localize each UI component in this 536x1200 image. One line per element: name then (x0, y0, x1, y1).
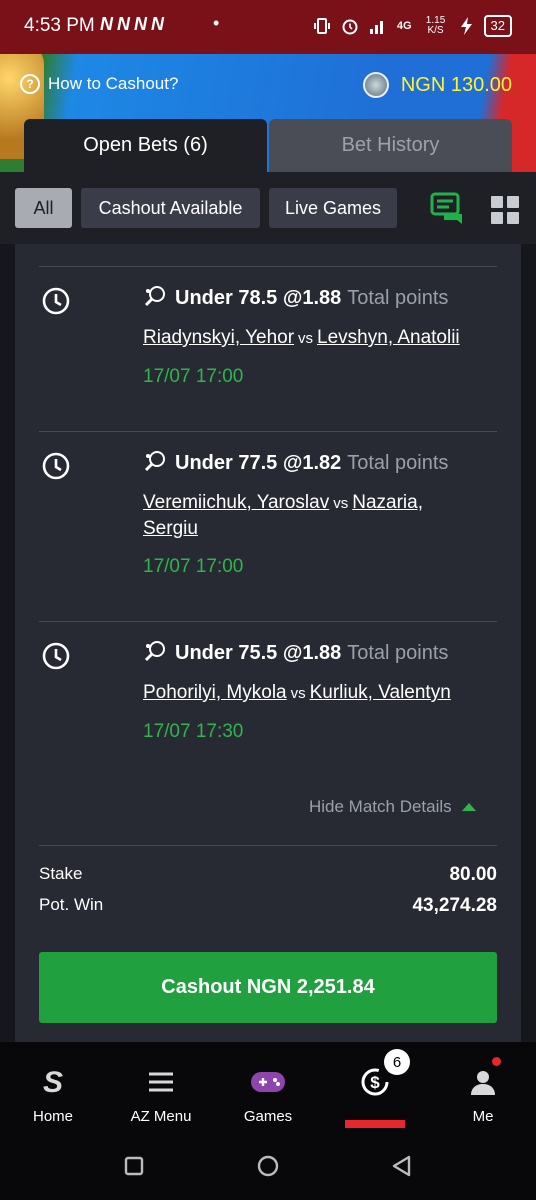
vs-label: vs (290, 685, 306, 702)
table-tennis-icon (144, 286, 165, 307)
filter-live-games[interactable]: Live Games (269, 188, 397, 228)
signal-icon (369, 21, 383, 34)
bet-tabs: Open Bets (6) Bet History (24, 119, 512, 172)
user-icon (471, 1071, 495, 1095)
bet-selection: Under 75.5 @1.88 Total points (175, 642, 448, 665)
nav-az-menu-label: AZ Menu (130, 1108, 192, 1125)
selection-text: Under 77.5 @1.82 (175, 452, 342, 474)
stake-label: Stake (39, 864, 83, 883)
bottom-nav: S Home AZ Menu Games $ 6 Me (0, 1042, 536, 1134)
divider (39, 845, 497, 846)
grid-view-icon[interactable] (491, 196, 519, 224)
active-tab-indicator (345, 1120, 405, 1128)
hide-match-details-toggle[interactable]: Hide Match Details (309, 797, 476, 817)
stake-value: 80.00 (449, 864, 497, 885)
selection-text: Under 75.5 @1.88 (175, 642, 342, 664)
how-to-cashout-link[interactable]: ? How to Cashout? (20, 74, 178, 94)
filter-bar: All Cashout Available Live Games (0, 172, 536, 244)
home-team: Veremiichuk, Yaroslav (143, 492, 330, 513)
divider (39, 621, 497, 622)
notification-dot (492, 1057, 501, 1066)
clock-icon (42, 452, 70, 480)
vs-label: vs (298, 330, 314, 347)
how-to-cashout-label: How to Cashout? (48, 74, 179, 93)
pot-win-label: Pot. Win (39, 895, 104, 914)
match-date: 17/07 17:00 (143, 556, 244, 577)
sportybet-logo-icon: S (43, 1066, 63, 1098)
market-name: Total points (347, 452, 449, 474)
battery-level: 32 (483, 15, 512, 37)
notification-app-icons: NNNN (100, 14, 168, 34)
match-teams-link[interactable]: Pohorilyi, Mykola vs Kurliuk, Valentyn (143, 680, 493, 706)
bet-selection: Under 78.5 @1.88 Total points (175, 287, 448, 310)
nav-games-label: Games (243, 1108, 293, 1125)
system-nav-bar (0, 1134, 536, 1200)
match-teams-link[interactable]: Veremiichuk, Yaroslav vs Nazaria, Sergiu (143, 490, 473, 541)
stake-row: Stake 80.00 (39, 864, 497, 886)
chat-icon[interactable] (430, 192, 466, 226)
chevron-up-icon (461, 803, 476, 811)
match-date: 17/07 17:30 (143, 721, 244, 742)
nav-az-menu[interactable]: AZ Menu (122, 1042, 200, 1134)
pot-win-value: 43,274.28 (412, 895, 497, 916)
bet-card: Under 78.5 @1.88 Total points Riadynskyi,… (15, 244, 521, 1042)
status-time: 4:53 PM (24, 15, 95, 36)
status-bar: 4:53 PM NNNN • 4G 1.15 K/S 32 (0, 0, 536, 54)
match-teams-link[interactable]: Riadynskyi, Yehor vs Levshyn, Anatolii (143, 325, 493, 351)
hide-match-details-label: Hide Match Details (309, 797, 452, 816)
table-tennis-icon (144, 641, 165, 662)
vs-label: vs (333, 495, 349, 512)
bet-selection: Under 77.5 @1.82 Total points (175, 452, 448, 475)
nav-me-label: Me (472, 1108, 494, 1125)
data-speed: 1.15 K/S (425, 15, 446, 36)
nav-home[interactable]: S Home (22, 1042, 84, 1134)
back-icon[interactable] (390, 1154, 414, 1178)
filter-cashout-available[interactable]: Cashout Available (81, 188, 260, 228)
nav-home-label: Home (32, 1108, 73, 1125)
pot-win-row: Pot. Win 43,274.28 (39, 895, 497, 917)
svg-text:S: S (43, 1066, 63, 1098)
cashout-count-badge: 6 (384, 1049, 410, 1075)
tab-bet-history[interactable]: Bet History (269, 119, 512, 172)
home-circle-icon[interactable] (256, 1154, 280, 1178)
balance-value: NGN 130.00 (400, 73, 512, 96)
nav-me[interactable]: Me (458, 1042, 508, 1134)
away-team: Kurliuk, Valentyn (309, 682, 451, 703)
gamepad-icon (251, 1072, 285, 1092)
alarm-icon (342, 19, 358, 35)
account-balance[interactable]: NGN 130.00 (362, 72, 512, 98)
market-name: Total points (347, 642, 449, 664)
home-team: Pohorilyi, Mykola (143, 682, 287, 703)
selection-text: Under 78.5 @1.88 (175, 287, 342, 309)
question-icon: ? (20, 74, 40, 94)
nav-games[interactable]: Games (236, 1042, 300, 1134)
filter-all[interactable]: All (15, 188, 72, 228)
svg-text:$: $ (370, 1073, 380, 1092)
clock-icon (42, 642, 70, 670)
away-team: Levshyn, Anatolii (317, 327, 460, 348)
recent-apps-icon[interactable] (124, 1156, 144, 1176)
divider (39, 431, 497, 432)
vibrate-icon (313, 18, 330, 34)
cashout-button[interactable]: Cashout NGN 2,251.84 (39, 952, 497, 1023)
status-dot: • (213, 13, 220, 33)
clock-icon (42, 287, 70, 315)
charging-icon (460, 17, 472, 35)
avatar (362, 72, 389, 98)
tab-open-bets[interactable]: Open Bets (6) (24, 119, 267, 172)
match-date: 17/07 17:00 (143, 366, 244, 387)
menu-icon (149, 1072, 173, 1092)
network-type: 4G (396, 20, 412, 32)
status-icons: 4G 1.15 K/S 32 (313, 15, 512, 37)
table-tennis-icon (144, 451, 165, 472)
divider (39, 266, 497, 267)
home-team: Riadynskyi, Yehor (143, 327, 295, 348)
market-name: Total points (347, 287, 449, 309)
